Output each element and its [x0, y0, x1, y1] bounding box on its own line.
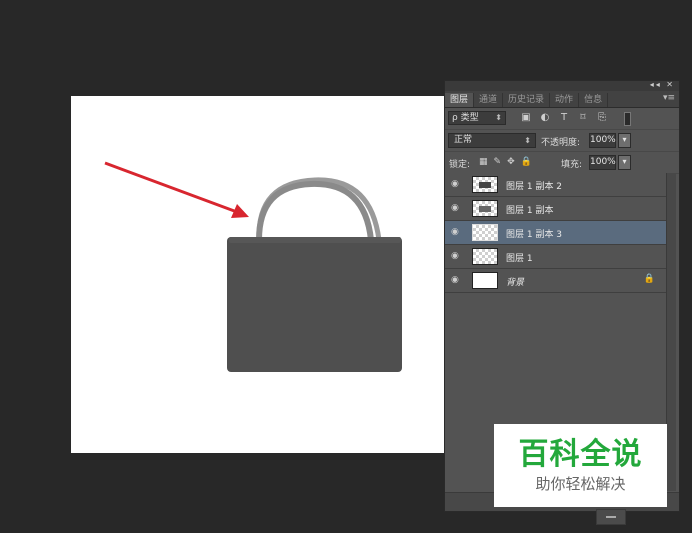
layer-row[interactable]: ◉ 图层 1 副本 2 [445, 173, 667, 197]
layer-filter-select[interactable]: ρ 类型 ⬍ [448, 111, 506, 125]
layer-name: 图层 1 副本 3 [506, 230, 563, 240]
layer-row[interactable]: ◉ 图层 1 [445, 245, 667, 269]
fill-slider-button[interactable]: ▾ [618, 155, 631, 170]
eye-icon[interactable]: ◉ [451, 227, 459, 237]
layer-row-background[interactable]: ◉ 背景 🔒 [445, 269, 667, 293]
panel-window-controls[interactable]: ◂◂ ✕ [650, 80, 675, 89]
fill-input[interactable]: 100% [589, 155, 616, 170]
filter-row: ρ 类型 ⬍ ▣ ◐ T ⌑ ⎘ [445, 108, 679, 130]
eye-icon[interactable]: ◉ [451, 203, 459, 213]
lock-position-icon[interactable]: ✥ [507, 157, 515, 168]
type-filter-icon[interactable]: T [558, 112, 570, 124]
layer-list: ◉ 图层 1 副本 2 ◉ 图层 1 副本 ◉ 图层 1 副本 3 ◉ 图层 1… [445, 173, 667, 293]
lock-all-icon[interactable]: 🔒 [521, 157, 532, 168]
layer-list-scrollbar[interactable] [666, 173, 676, 491]
red-arrow-line [104, 161, 238, 214]
layer-name: 图层 1 副本 [506, 206, 554, 216]
image-filter-icon[interactable]: ▣ [520, 112, 532, 124]
document-canvas[interactable] [71, 96, 445, 453]
tab-info[interactable]: 信息 [579, 93, 609, 107]
filter-toggle-switch[interactable] [624, 112, 631, 126]
layer-name: 图层 1 副本 2 [506, 182, 563, 192]
layer-thumbnail [472, 248, 498, 265]
layer-name: 背景 [506, 278, 525, 288]
tab-layers[interactable]: 图层 [445, 93, 475, 107]
minus-icon [606, 516, 616, 518]
blend-row: 正常 ⬍ 不透明度: 100% ▾ [445, 130, 679, 152]
eye-icon[interactable]: ◉ [451, 275, 459, 285]
panel-tabs: 图层 通道 历史记录 动作 信息 ▾≡ [445, 91, 679, 108]
layer-row[interactable]: ◉ 图层 1 副本 [445, 197, 667, 221]
lock-image-pixels-icon[interactable]: ✎ [494, 157, 502, 168]
collapse-panel-button[interactable] [596, 509, 626, 525]
filter-kind-label: ρ 类型 [452, 113, 479, 123]
layer-thumbnail [472, 200, 498, 217]
bag-body [227, 237, 402, 372]
canvas-artwork [104, 161, 402, 372]
eye-icon[interactable]: ◉ [451, 251, 459, 261]
blend-mode-value: 正常 [454, 135, 473, 145]
chevron-updown-icon: ⬍ [524, 136, 531, 145]
layer-thumbnail [472, 272, 498, 289]
layer-name: 图层 1 [506, 254, 533, 264]
layer-thumbnail [472, 224, 498, 241]
smart-object-filter-icon[interactable]: ⎘ [596, 112, 608, 124]
lock-transparent-pixels-icon[interactable]: ▦ [479, 157, 488, 168]
layer-row-selected[interactable]: ◉ 图层 1 副本 3 [445, 221, 667, 245]
watermark-logo: 百科全说 助你轻松解决 [494, 424, 667, 507]
panel-menu-icon[interactable]: ▾≡ [663, 93, 675, 103]
bag-body-top [229, 237, 401, 243]
chevron-updown-icon: ⬍ [495, 113, 502, 122]
opacity-label: 不透明度: [541, 138, 581, 148]
lock-icon: 🔒 [643, 274, 655, 284]
adjustment-filter-icon[interactable]: ◐ [539, 112, 551, 124]
watermark-subtitle: 助你轻松解决 [535, 475, 626, 493]
watermark-title: 百科全说 [518, 437, 643, 472]
opacity-input[interactable]: 100% [589, 133, 616, 148]
eye-icon[interactable]: ◉ [451, 179, 459, 189]
tab-history[interactable]: 历史记录 [503, 93, 551, 107]
lock-label: 锁定: [449, 160, 471, 170]
panel-title-bar: ◂◂ ✕ [445, 80, 679, 91]
blend-mode-select[interactable]: 正常 ⬍ [448, 133, 536, 148]
layer-thumbnail [472, 176, 498, 193]
opacity-slider-button[interactable]: ▾ [618, 133, 631, 148]
lock-row: 锁定: ▦ ✎ ✥ 🔒 填充: 100% ▾ [445, 152, 679, 174]
tab-actions[interactable]: 动作 [550, 93, 580, 107]
fill-label: 填充: [561, 160, 583, 170]
shape-filter-icon[interactable]: ⌑ [577, 112, 589, 124]
tab-channels[interactable]: 通道 [474, 93, 504, 107]
